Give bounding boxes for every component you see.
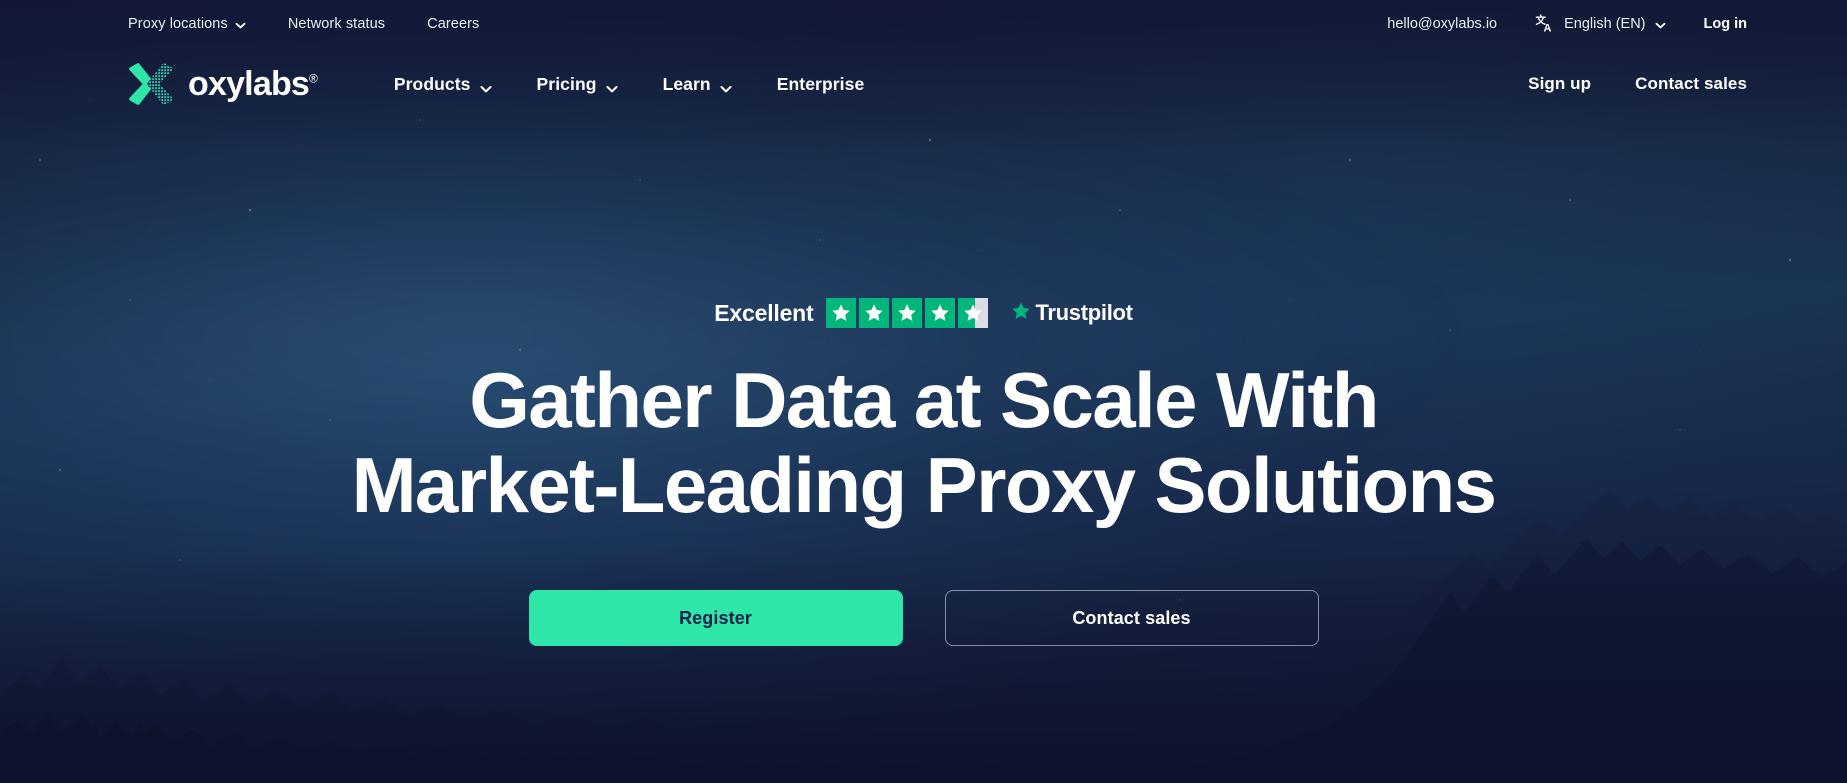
star-icon [892,298,923,328]
chevron-down-icon [235,19,246,30]
utility-link-label: Proxy locations [128,16,228,32]
main-navigation: oxylabs® Products Pricing Learn Enterpri… [0,48,1847,120]
nav-item-label: Enterprise [776,73,865,94]
contact-email[interactable]: hello@oxylabs.io [1387,16,1497,32]
trustpilot-rating-word: Excellent [714,299,814,326]
contact-sales-nav-button[interactable]: Contact sales [1635,74,1747,94]
utility-link-careers[interactable]: Careers [427,16,479,32]
nav-item-label: Pricing [536,73,597,94]
nav-item-label: Products [393,73,471,94]
trustpilot-star-icon [1010,300,1032,327]
trustpilot-brand: Trustpilot [1010,300,1133,327]
star-icon [925,298,956,328]
hero-title-line-2: Market-Leading Proxy Solutions [351,441,1497,530]
utility-link-label: Careers [427,16,480,32]
nav-item-enterprise[interactable]: Enterprise [777,74,865,95]
brand-name: oxylabs® [188,65,318,103]
chevron-down-icon [1655,19,1666,30]
registered-mark: ® [309,71,318,86]
register-button[interactable]: Register [528,590,903,647]
sign-up-button[interactable]: Sign up [1528,74,1591,94]
utility-link-network-status[interactable]: Network status [288,16,385,32]
brand-logo[interactable]: oxylabs® [128,63,318,105]
page-root: Proxy locations Network status Careers h… [0,0,1847,783]
trustpilot-wordmark: Trustpilot [1035,300,1133,325]
star-icon-partial [958,298,989,328]
login-link[interactable]: Log in [1704,16,1748,32]
hero-title-line-1: Gather Data at Scale With [469,356,1379,444]
utility-bar-links: Proxy locations Network status Careers [128,16,479,32]
trustpilot-rating-widget[interactable]: Excellent Trustpilot [0,298,1847,328]
utility-link-label: Network status [287,16,386,32]
hero-section: Excellent Trustpilot Gather Data at Scal… [0,120,1847,647]
language-selector[interactable]: 文 A English (EN) [1535,14,1665,34]
oxylabs-x-logo-icon [128,63,174,105]
language-label: English (EN) [1564,16,1646,32]
nav-item-label: Learn [662,73,711,94]
contact-sales-button[interactable]: Contact sales [944,590,1319,647]
utility-bar-right: hello@oxylabs.io 文 A English (EN) Log in [1387,14,1747,34]
trustpilot-stars [826,298,989,328]
chevron-down-icon [720,79,732,92]
nav-items: Products Pricing Learn Enterprise [394,74,864,95]
star-icon [826,298,857,328]
utility-link-proxy-locations[interactable]: Proxy locations [128,16,246,32]
star-icon [859,298,890,328]
translate-icon: 文 A [1535,14,1555,34]
utility-bar: Proxy locations Network status Careers h… [0,0,1847,48]
hero-actions: Register Contact sales [0,590,1847,647]
chevron-down-icon [606,79,618,92]
page-title: Gather Data at Scale With Market-Leading… [274,356,1574,530]
nav-item-products[interactable]: Products [393,73,492,95]
svg-text:A: A [1544,23,1552,35]
nav-item-pricing[interactable]: Pricing [536,73,618,95]
nav-actions: Sign up Contact sales [1528,74,1747,94]
chevron-down-icon [480,79,492,92]
nav-item-learn[interactable]: Learn [662,73,732,95]
